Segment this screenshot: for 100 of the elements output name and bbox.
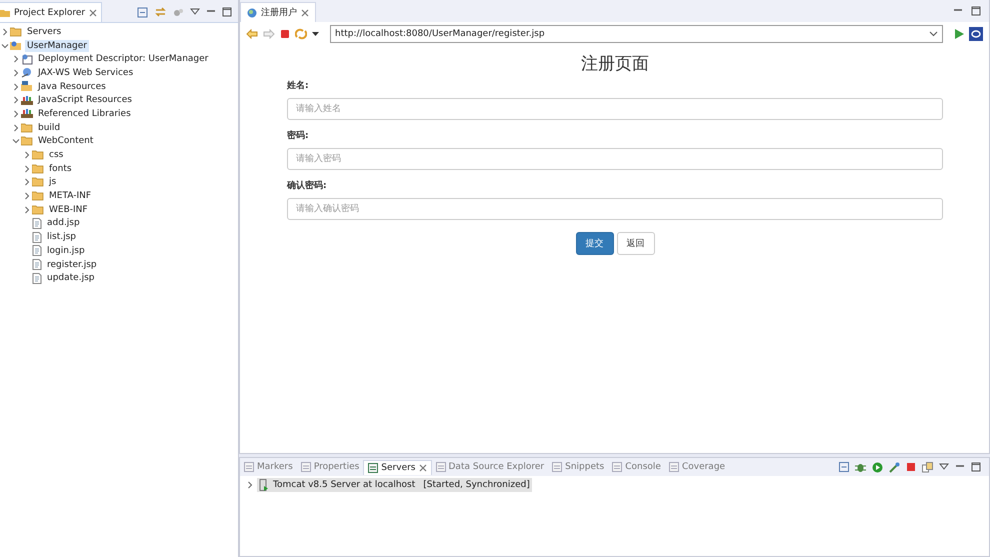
- collapse-all-icon[interactable]: [137, 6, 148, 18]
- view-tab[interactable]: Snippets: [548, 460, 608, 474]
- folder-icon: [21, 122, 33, 133]
- file-icon: [32, 218, 42, 229]
- editor-tab[interactable]: 注册用户: [240, 2, 316, 22]
- tree-item[interactable]: Java Resources: [36, 80, 108, 93]
- dropdown-caret-icon[interactable]: [929, 31, 938, 37]
- tree-item[interactable]: fonts: [47, 162, 74, 175]
- server-name: Tomcat v8.5 Server at localhost: [273, 480, 416, 490]
- close-icon[interactable]: [418, 464, 426, 472]
- publish-icon[interactable]: [922, 462, 933, 472]
- descriptor-icon: [21, 54, 33, 65]
- close-icon[interactable]: [89, 8, 98, 16]
- collapsed-chevron-icon[interactable]: [23, 151, 31, 160]
- collapsed-chevron-icon[interactable]: [246, 481, 254, 489]
- collapsed-chevron-icon[interactable]: [12, 110, 20, 118]
- tree-item[interactable]: add.jsp: [45, 217, 82, 230]
- dropdown-caret-icon[interactable]: [312, 32, 319, 36]
- stop-icon[interactable]: [280, 29, 290, 39]
- field-label: 确认密码:: [287, 179, 327, 192]
- back-icon[interactable]: [246, 29, 258, 39]
- go-icon[interactable]: [954, 29, 964, 39]
- tree-item[interactable]: build: [36, 122, 62, 134]
- maximize-icon[interactable]: [971, 462, 981, 472]
- tree-item[interactable]: list.jsp: [45, 231, 78, 244]
- file-icon: [32, 245, 42, 256]
- collapsed-chevron-icon[interactable]: [23, 192, 31, 200]
- java-resources-icon: [21, 81, 33, 92]
- folder-icon: [32, 177, 44, 188]
- start-icon[interactable]: [872, 462, 883, 472]
- input-field[interactable]: 请输入密码: [287, 148, 943, 170]
- folder-icon: [32, 204, 44, 215]
- maximize-icon[interactable]: [222, 7, 232, 17]
- debug-icon[interactable]: [855, 462, 866, 472]
- tree-item[interactable]: Referenced Libraries: [36, 108, 133, 120]
- url-text: http://localhost:8080/UserManager/register.jsp: [335, 29, 545, 39]
- view-icon: [552, 462, 562, 472]
- view-tab[interactable]: Console: [608, 460, 665, 474]
- view-tab[interactable]: Markers: [240, 460, 297, 474]
- tree-item[interactable]: css: [47, 149, 66, 162]
- tree-item[interactable]: register.jsp: [45, 258, 99, 271]
- tree-item[interactable]: JavaScript Resources: [36, 94, 134, 106]
- view-icon: [368, 462, 378, 472]
- address-field[interactable]: http://localhost:8080/UserManager/register.jsp: [330, 25, 943, 43]
- library-icon: [21, 108, 33, 120]
- view-tab[interactable]: Properties: [296, 460, 364, 474]
- file-icon: [32, 259, 42, 270]
- tree-item[interactable]: META-INF: [47, 190, 94, 202]
- page-title: 注册页面: [580, 53, 650, 75]
- folder-icon: [10, 26, 22, 37]
- collapsed-chevron-icon[interactable]: [12, 96, 20, 104]
- collapsed-chevron-icon[interactable]: [12, 68, 20, 77]
- project-explorer-tab[interactable]: Project Explorer: [0, 2, 102, 22]
- tree-item[interactable]: JAX-WS Web Services: [36, 66, 136, 79]
- stop-icon[interactable]: [906, 462, 916, 472]
- view-tab[interactable]: Coverage: [664, 460, 730, 474]
- view-icon: [668, 462, 679, 472]
- close-icon[interactable]: [301, 8, 309, 16]
- input-field[interactable]: 请输入确认密码: [287, 198, 943, 220]
- globe-icon: [21, 67, 33, 78]
- tab-label: 注册用户: [261, 6, 297, 19]
- maximize-icon[interactable]: [971, 6, 981, 16]
- server-icon: [259, 479, 269, 491]
- collapsed-chevron-icon[interactable]: [23, 164, 31, 173]
- collapsed-chevron-icon[interactable]: [12, 82, 20, 91]
- tree-item[interactable]: Servers: [25, 26, 64, 38]
- view-menu-icon[interactable]: [190, 8, 200, 16]
- server-status: [Started, Synchronized]: [423, 480, 530, 490]
- view-icon: [436, 462, 446, 472]
- view-tab[interactable]: Servers: [363, 460, 432, 474]
- expanded-chevron-icon[interactable]: [1, 42, 9, 50]
- server-item[interactable]: Tomcat v8.5 Server at localhost [Started, Synchronized]: [257, 478, 532, 492]
- collapsed-chevron-icon[interactable]: [12, 55, 20, 64]
- folder-icon: [32, 150, 44, 160]
- browser-icon[interactable]: [969, 27, 983, 41]
- tree-item[interactable]: WEB-INF: [47, 204, 90, 216]
- folder-icon: [32, 191, 44, 202]
- file-icon: [32, 272, 42, 284]
- globe-icon: [247, 8, 257, 18]
- collapsed-chevron-icon[interactable]: [1, 28, 9, 36]
- input-field[interactable]: 请输入姓名: [287, 98, 943, 120]
- folder-icon: [21, 136, 33, 146]
- collapsed-chevron-icon[interactable]: [12, 124, 20, 132]
- panel-title: Project Explorer: [14, 8, 86, 18]
- view-tab[interactable]: Data Source Explorer: [432, 460, 548, 474]
- view-menu-icon[interactable]: [939, 463, 949, 471]
- collapse-all-icon[interactable]: [839, 462, 849, 472]
- tree-item[interactable]: WebContent: [36, 135, 96, 148]
- collapsed-chevron-icon[interactable]: [23, 178, 31, 186]
- back-button[interactable]: 返回: [616, 232, 654, 255]
- field-label: 姓名:: [287, 80, 309, 92]
- tree-item[interactable]: update.jsp: [45, 272, 96, 284]
- expanded-chevron-icon[interactable]: [12, 137, 20, 146]
- tree-item[interactable]: login.jsp: [45, 244, 87, 257]
- tree-item[interactable]: Deployment Descriptor: UserManager: [36, 53, 210, 66]
- tree-item[interactable]: js: [47, 176, 58, 188]
- submit-button[interactable]: 提交: [576, 232, 614, 255]
- collapsed-chevron-icon[interactable]: [23, 206, 31, 214]
- tree-item[interactable]: UserManager: [25, 40, 89, 52]
- view-icon: [244, 462, 254, 472]
